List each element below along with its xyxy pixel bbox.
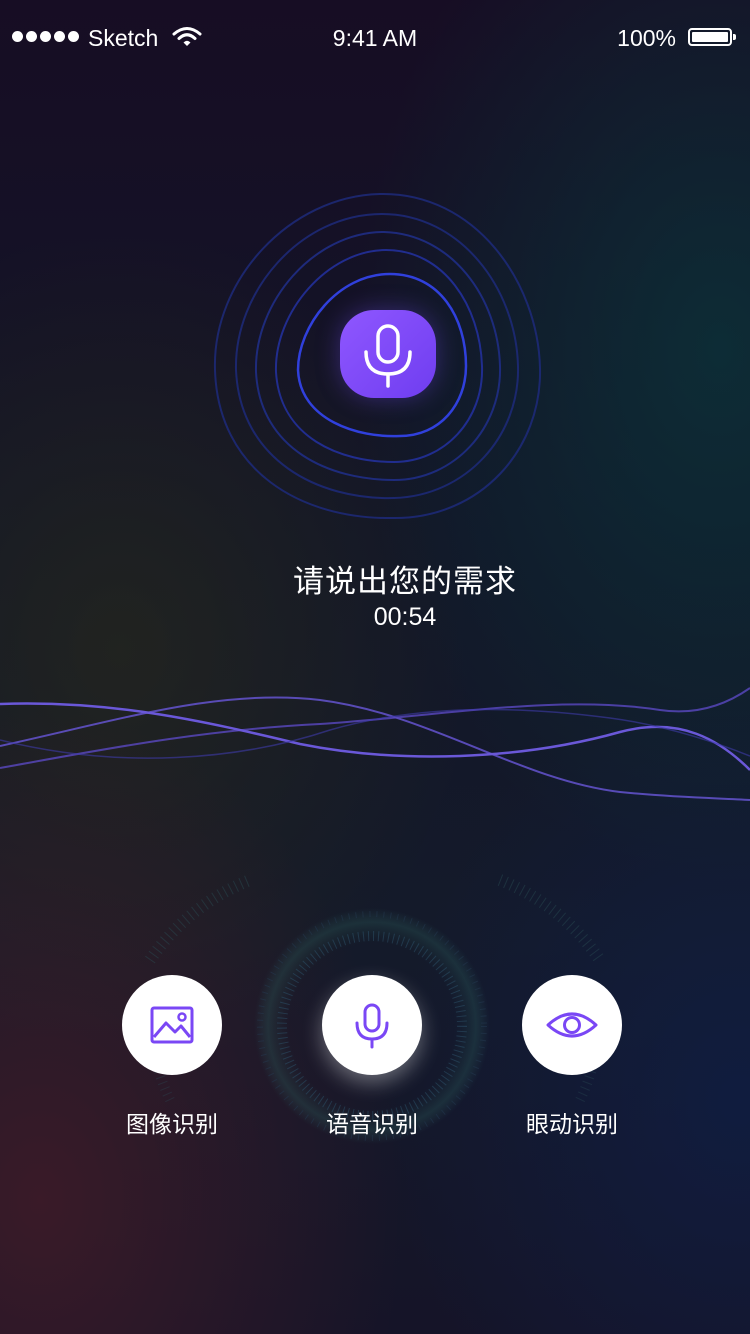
image-recognition-button[interactable]: 图像识别	[72, 975, 272, 1145]
voice-prompt-text: 请说出您的需求	[293, 564, 517, 599]
voice-recognition-circle[interactable]	[322, 975, 422, 1075]
voice-recognition-button[interactable]: 语音识别	[272, 975, 472, 1145]
eye-tracking-circle[interactable]	[522, 975, 622, 1075]
microphone-icon	[364, 324, 412, 388]
record-mic-button[interactable]	[340, 310, 436, 398]
eye-tracking-button[interactable]: 眼动识别	[472, 975, 672, 1145]
status-bar: Sketch 9:41 AM 100%	[0, 0, 750, 76]
battery-icon	[688, 28, 736, 46]
recording-timer: 00:54	[373, 603, 437, 631]
image-recognition-label: 图像识别	[126, 1111, 218, 1137]
microphone-icon	[355, 1003, 389, 1049]
battery-percent: 100%	[617, 25, 676, 51]
eye-icon	[546, 1012, 598, 1038]
voice-recognition-label: 语音识别	[326, 1111, 418, 1137]
sound-wave	[0, 687, 750, 801]
image-icon	[150, 1006, 194, 1044]
image-recognition-circle[interactable]	[122, 975, 222, 1075]
battery-fill	[692, 32, 728, 42]
eye-tracking-label: 眼动识别	[526, 1111, 618, 1137]
